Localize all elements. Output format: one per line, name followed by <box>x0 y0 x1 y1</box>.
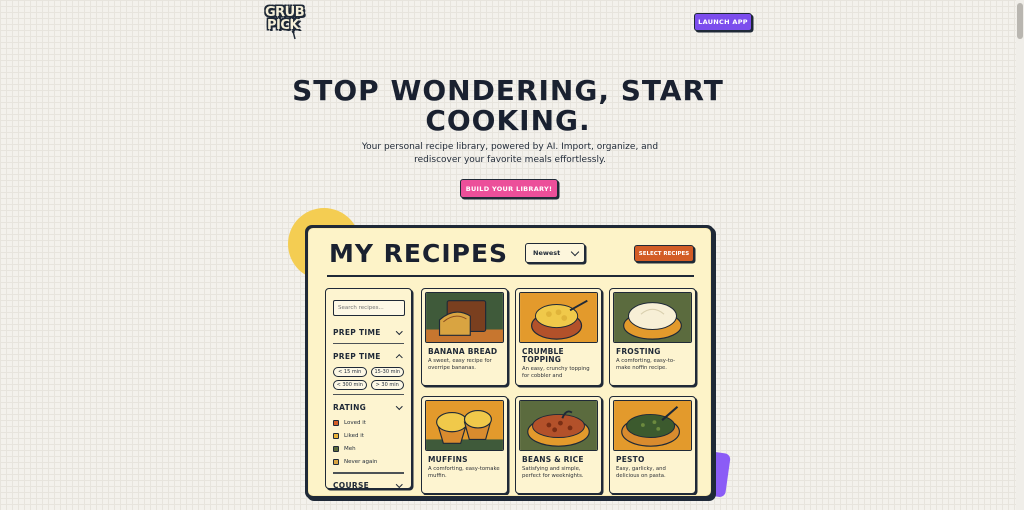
filter-label: PREP TIME <box>333 351 381 361</box>
recipe-title: PESTO <box>616 455 645 464</box>
rating-label: Liked it <box>344 432 364 439</box>
recipe-card-frosting[interactable]: FROSTING A comforting, easy-to-make noff… <box>609 288 696 386</box>
hero-subtitle-line1: Your personal recipe library, powered by… <box>361 142 659 152</box>
filter-label: RATING <box>333 402 367 412</box>
recipe-card-banana-bread[interactable]: BANANA BREAD A sweet, easy recipe for ov… <box>421 288 508 386</box>
app-preview-panel: MY RECIPES Newest SELECT RECIPES PREP TI… <box>308 228 711 496</box>
prep-chip[interactable]: > 30 min <box>370 380 404 391</box>
recipe-description: Easy, garlicky, and delicious on pasta. <box>616 466 666 479</box>
divider <box>333 472 404 474</box>
app-preview-window: MY RECIPES Newest SELECT RECIPES PREP TI… <box>305 225 714 499</box>
select-recipes-button[interactable]: SELECT RECIPES <box>634 245 694 262</box>
hero-title: STOP WONDERING, START COOKING. <box>250 76 766 136</box>
logo-line2: PICK <box>267 18 299 33</box>
filter-label: COURSE <box>333 481 370 491</box>
chevron-down-icon <box>395 403 402 410</box>
checkbox[interactable] <box>333 432 339 439</box>
frosting-image <box>613 292 692 343</box>
muffins-image <box>425 400 504 451</box>
filter-prep-time-collapsed[interactable]: PREP TIME <box>333 325 404 339</box>
chevron-down-icon <box>570 247 580 257</box>
recipe-card-muffins[interactable]: MUFFINS A comforting, easy-tomake muffin… <box>421 396 508 494</box>
checkbox[interactable] <box>333 458 339 465</box>
rating-label: Meh <box>344 445 356 452</box>
my-recipes-title: MY RECIPES <box>329 239 509 268</box>
recipe-title: BANANA BREAD <box>428 347 498 356</box>
divider <box>333 343 404 345</box>
rating-option-loved[interactable]: Loved it <box>333 416 404 429</box>
recipe-title: BEANS & RICE <box>522 455 584 464</box>
recipe-card-crumble-topping[interactable]: CRUMBLE TOPPING An easy, crunchy topping… <box>515 288 602 386</box>
recipe-description: Satisfying and simple, perfect for weekn… <box>522 466 584 479</box>
filter-rating[interactable]: RATING <box>333 400 404 414</box>
banana-bread-image <box>425 292 504 343</box>
crumble-topping-image <box>519 292 598 343</box>
hero-subtitle-line2: rediscover your favorite meals effortles… <box>414 154 606 165</box>
filter-prep-time-expanded[interactable]: PREP TIME <box>333 349 404 363</box>
recipe-title: FROSTING <box>616 347 661 356</box>
beans-rice-image <box>519 400 598 451</box>
recipe-card-pesto[interactable]: PESTO Easy, garlicky, and delicious on p… <box>609 396 696 494</box>
recipe-title: MUFFINS <box>428 455 468 464</box>
rating-option-liked[interactable]: Liked it <box>333 429 404 442</box>
recipe-search-input[interactable] <box>333 300 405 316</box>
header-divider <box>327 275 694 277</box>
recipe-description: An easy, crunchy topping for cobbler and <box>522 366 590 379</box>
hero-subtitle: Your personal recipe library, powered by… <box>340 141 680 166</box>
fork-icon <box>291 30 296 40</box>
prep-chip[interactable]: < 15 min <box>333 367 367 378</box>
filter-course[interactable]: COURSE <box>333 479 404 493</box>
recipe-description: A sweet, easy recipe for overripe banana… <box>428 358 492 371</box>
chevron-down-icon <box>395 327 402 335</box>
recipe-card-beans-rice[interactable]: BEANS & RICE Satisfying and simple, perf… <box>515 396 602 494</box>
checkbox[interactable] <box>333 419 339 426</box>
grubpick-logo[interactable]: GRUB PICK <box>265 6 313 40</box>
rating-option-never-again[interactable]: Never again <box>333 455 404 468</box>
rating-options: Loved it Liked it Meh Never again <box>333 416 404 468</box>
sort-value: Newest <box>533 249 561 257</box>
recipe-description: A comforting, easy-tomake muffin. <box>428 466 500 479</box>
prep-time-chips: < 15 min 15-30 min < 300 min > 30 min <box>333 367 404 391</box>
sort-dropdown[interactable]: Newest <box>525 243 585 263</box>
page-scrollbar[interactable] <box>1016 0 1024 510</box>
pesto-image <box>613 400 692 451</box>
rating-option-meh[interactable]: Meh <box>333 442 404 455</box>
recipe-title: CRUMBLE TOPPING <box>522 347 564 364</box>
recipe-description: A comforting, easy-to-make noffin recipe… <box>616 358 676 371</box>
scrollbar-thumb[interactable] <box>1017 3 1023 39</box>
chevron-down-icon <box>395 481 402 488</box>
hero-title-line1: STOP WONDERING, START <box>292 74 724 107</box>
prep-chip[interactable]: 15-30 min <box>370 367 404 378</box>
launch-app-button[interactable]: LAUNCH APP <box>694 13 752 31</box>
build-library-button[interactable]: BUILD YOUR LIBRARY! <box>460 179 558 198</box>
checkbox[interactable] <box>333 445 339 452</box>
rating-label: Loved it <box>344 419 366 426</box>
chevron-up-icon <box>395 354 402 361</box>
prep-chip[interactable]: < 300 min <box>333 380 367 391</box>
filter-sidebar: PREP TIME PREP TIME < 15 min 15-30 min <… <box>325 288 412 490</box>
rating-label: Never again <box>344 458 378 465</box>
hero-title-line2: COOKING. <box>425 104 591 137</box>
divider <box>333 394 404 396</box>
filter-label: PREP TIME <box>333 327 381 337</box>
